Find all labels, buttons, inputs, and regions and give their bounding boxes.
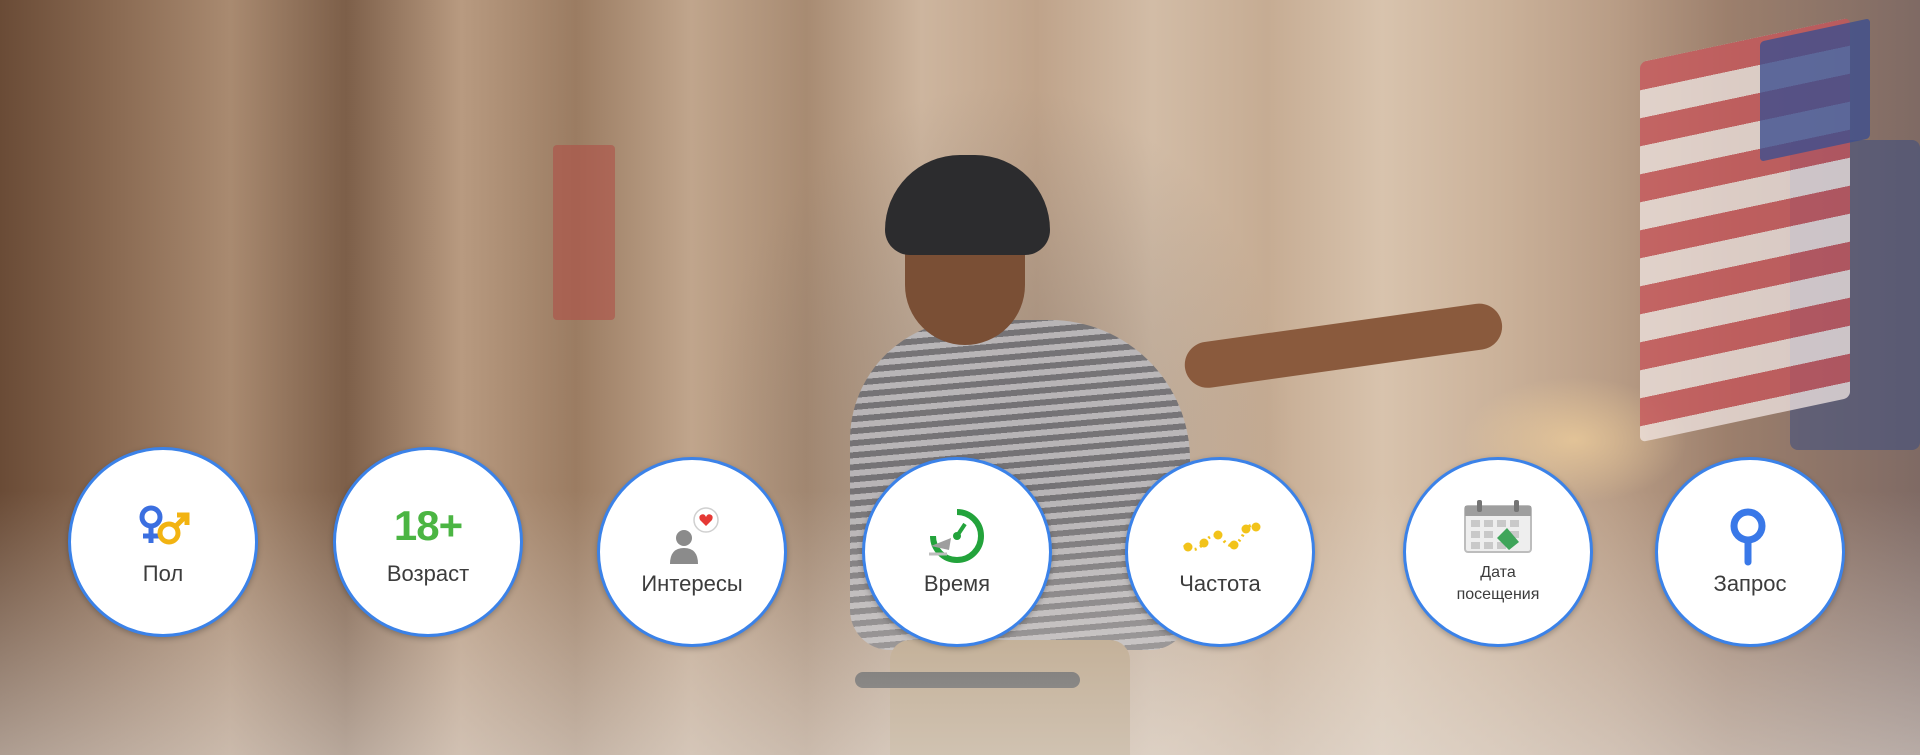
interests-icon <box>660 507 724 564</box>
feature-interests[interactable]: Интересы <box>597 457 787 647</box>
feature-label: Пол <box>142 560 184 586</box>
street-sign <box>553 145 615 320</box>
feature-label: Возраст <box>386 560 470 586</box>
frequency-icon <box>1178 508 1262 564</box>
feature-query[interactable]: Запрос <box>1655 457 1845 647</box>
age-icon: 18+ <box>393 501 463 549</box>
flag-stripes <box>1640 17 1850 443</box>
calendar-icon <box>1463 498 1533 554</box>
feature-label: Частота <box>1179 570 1261 596</box>
search-icon <box>1722 508 1778 566</box>
blue-banner <box>1790 140 1920 450</box>
feature-label: Время <box>923 570 991 596</box>
feature-time[interactable]: Время <box>862 457 1052 647</box>
cyclist-shorts <box>890 640 1130 755</box>
feature-age[interactable]: 18+ Возраст <box>333 447 523 637</box>
cyclist-arm <box>1181 300 1506 391</box>
feature-frequency[interactable]: Частота <box>1125 457 1315 647</box>
feature-label: Интересы <box>641 570 743 596</box>
feature-visit-date[interactable]: Дата посещения <box>1403 457 1593 647</box>
bicycle-handlebar <box>855 672 1080 688</box>
feature-gender[interactable]: Пол <box>68 447 258 637</box>
feature-label: Запрос <box>1713 570 1787 596</box>
gender-icon <box>131 498 195 554</box>
cyclist-head <box>905 175 1025 345</box>
timer-icon <box>925 508 989 564</box>
feature-label: Дата посещения <box>1456 564 1540 603</box>
cyclist-helmet <box>885 155 1050 255</box>
flag-canton <box>1760 18 1870 162</box>
